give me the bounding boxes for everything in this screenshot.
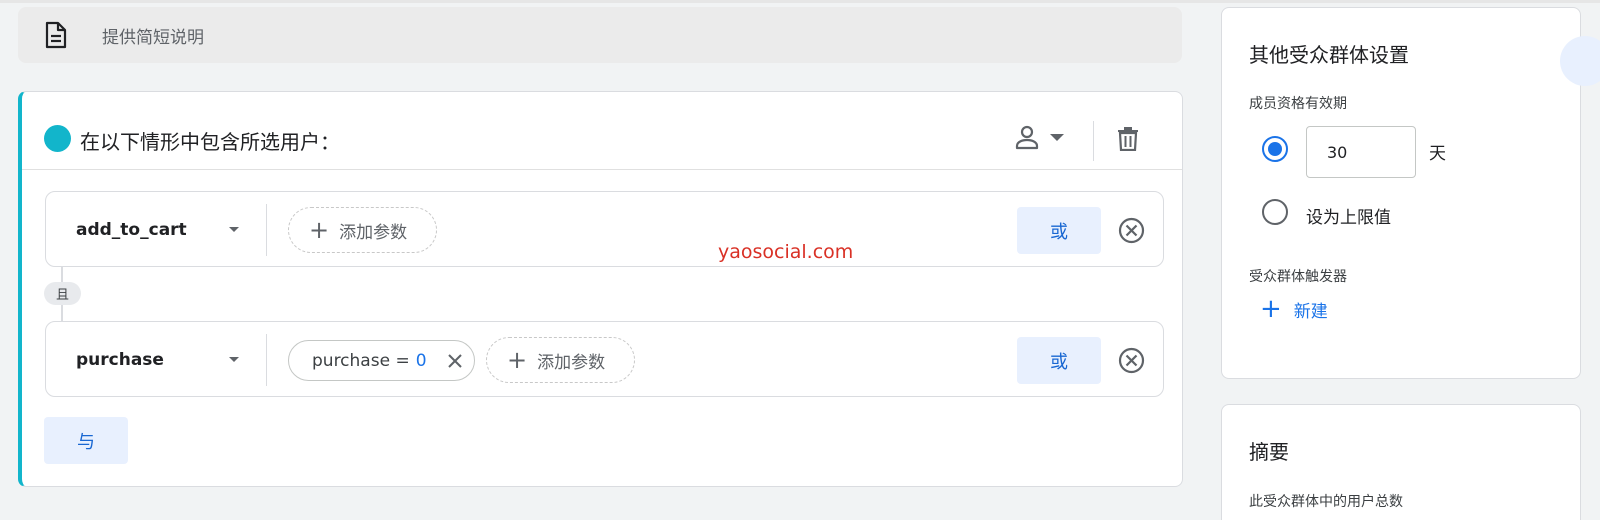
description-field[interactable]: 提供简短说明 bbox=[18, 7, 1182, 63]
row-divider bbox=[266, 334, 267, 386]
delete-icon[interactable] bbox=[1116, 125, 1140, 151]
and-connector-line bbox=[61, 267, 63, 282]
audience-settings-panel: 其他受众群体设置 成员资格有效期 天 设为上限值 受众群体触发器 + 新建 bbox=[1221, 7, 1581, 379]
remove-circle-icon[interactable] bbox=[1118, 217, 1145, 244]
top-border bbox=[0, 0, 1600, 3]
user-scope-dropdown[interactable] bbox=[1014, 124, 1064, 150]
max-limit-label: 设为上限值 bbox=[1306, 208, 1391, 228]
event-row: add_to_cart + 添加参数 或 bbox=[45, 191, 1164, 267]
days-input[interactable] bbox=[1306, 126, 1416, 178]
total-users-label: 此受众群体中的用户总数 bbox=[1249, 494, 1403, 510]
summary-panel: 摘要 此受众群体中的用户总数 bbox=[1221, 404, 1581, 520]
event-select[interactable]: purchase bbox=[46, 322, 266, 396]
parameter-chip[interactable]: purchase = 0 bbox=[288, 340, 475, 381]
description-placeholder: 提供简短说明 bbox=[102, 27, 204, 48]
plus-icon: + bbox=[507, 346, 528, 374]
person-icon bbox=[1015, 125, 1039, 150]
chevron-down-icon bbox=[1050, 133, 1064, 141]
or-button[interactable]: 或 bbox=[1017, 207, 1101, 254]
close-icon[interactable] bbox=[447, 353, 463, 369]
condition-card: 在以下情形中包含所选用户： add_to_cart + 添加参数 或 且 pur… bbox=[18, 91, 1183, 487]
and-connector-line bbox=[61, 305, 63, 321]
chevron-down-icon bbox=[229, 227, 239, 232]
or-button[interactable]: 或 bbox=[1017, 337, 1101, 384]
event-name: purchase bbox=[76, 350, 164, 370]
max-limit-radio[interactable] bbox=[1262, 199, 1288, 225]
event-name: add_to_cart bbox=[76, 220, 187, 240]
and-condition-button[interactable]: 与 bbox=[44, 417, 128, 464]
event-select[interactable]: add_to_cart bbox=[46, 192, 266, 266]
remove-circle-icon[interactable] bbox=[1118, 347, 1145, 374]
plus-icon: + bbox=[309, 216, 330, 244]
days-radio[interactable] bbox=[1262, 136, 1288, 162]
add-parameter-label: 添加参数 bbox=[537, 352, 606, 373]
parameter-value: 0 bbox=[415, 350, 427, 371]
header-divider bbox=[1093, 121, 1094, 161]
new-trigger-button[interactable]: + 新建 bbox=[1260, 296, 1328, 322]
chevron-down-icon bbox=[229, 357, 239, 362]
condition-title: 在以下情形中包含所选用户： bbox=[80, 130, 340, 154]
document-icon bbox=[45, 21, 67, 49]
row-divider bbox=[266, 204, 267, 256]
add-parameter-button[interactable]: + 添加参数 bbox=[486, 337, 635, 383]
membership-duration-label: 成员资格有效期 bbox=[1249, 96, 1347, 112]
days-unit: 天 bbox=[1429, 144, 1446, 164]
and-badge: 且 bbox=[44, 282, 81, 305]
add-parameter-label: 添加参数 bbox=[339, 222, 408, 243]
parameter-key: purchase = bbox=[312, 350, 410, 371]
settings-title: 其他受众群体设置 bbox=[1249, 43, 1409, 67]
watermark: yaosocial.com bbox=[718, 241, 854, 263]
summary-title: 摘要 bbox=[1249, 440, 1289, 464]
condition-card-header: 在以下情形中包含所选用户： bbox=[22, 92, 1182, 170]
event-row: purchase purchase = 0 + 添加参数 或 bbox=[45, 321, 1164, 397]
condition-status-dot bbox=[44, 125, 71, 152]
add-parameter-button[interactable]: + 添加参数 bbox=[288, 207, 437, 253]
trigger-label: 受众群体触发器 bbox=[1249, 269, 1347, 285]
new-trigger-label: 新建 bbox=[1293, 301, 1328, 322]
plus-icon: + bbox=[1260, 294, 1282, 324]
